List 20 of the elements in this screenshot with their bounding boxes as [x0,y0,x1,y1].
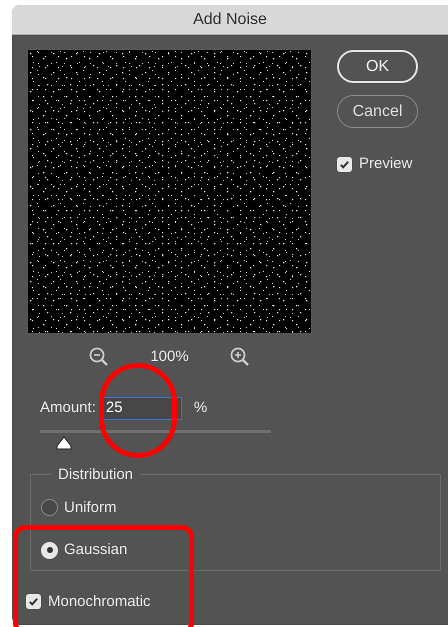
radio-button[interactable] [41,499,58,516]
percent-label: % [194,398,208,418]
amount-field[interactable]: 25 [102,396,182,420]
check-icon [339,158,350,170]
radio-label: Uniform [64,498,117,518]
window-title: Add Noise [193,10,267,30]
checkbox[interactable] [26,594,41,610]
checkbox[interactable] [337,156,352,172]
cancel-button[interactable]: Cancel [337,95,418,128]
amount-label: Amount: [40,398,96,418]
monochromatic-label: Monochromatic [48,592,151,612]
radio-label: Gaussian [64,540,128,560]
check-icon [28,596,39,608]
radio-button[interactable] [41,542,58,559]
zoom-level: 100% [150,347,189,367]
zoom-out-icon[interactable] [88,346,110,368]
zoom-in-icon[interactable] [228,346,251,368]
preview-label: Preview [359,154,412,174]
slider-thumb[interactable] [56,436,72,450]
ok-button[interactable]: OK [337,50,418,83]
